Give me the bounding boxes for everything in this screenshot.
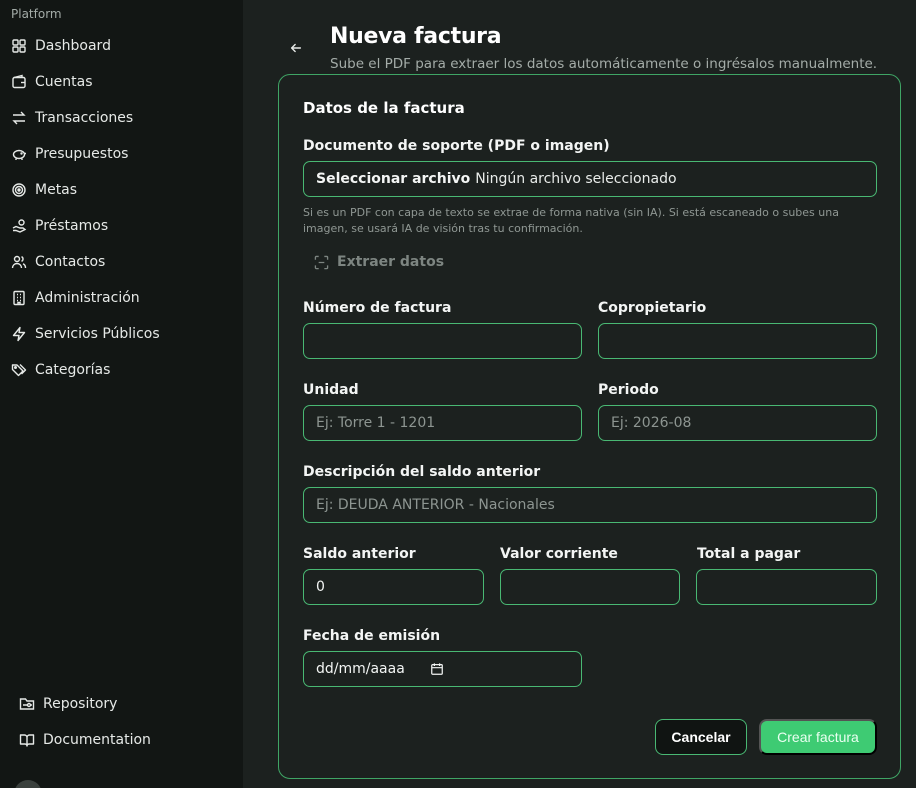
select-file-button[interactable]: Seleccionar archivo <box>316 171 470 187</box>
sidebar: Platform Dashboard Cuentas Transacciones… <box>0 0 243 788</box>
total-input[interactable] <box>696 569 877 605</box>
co-owner-input[interactable] <box>598 323 877 359</box>
unit-label: Unidad <box>303 382 359 398</box>
prev-balance-input[interactable] <box>303 569 484 605</box>
issue-date-input[interactable]: dd/mm/aaaa <box>303 651 582 687</box>
extract-data-button[interactable]: Extraer datos <box>313 251 444 273</box>
piggy-bank-icon <box>10 145 28 163</box>
current-value-input[interactable] <box>500 569 680 605</box>
sidebar-item-presupuestos[interactable]: Presupuestos <box>10 139 234 169</box>
sidebar-item-transacciones[interactable]: Transacciones <box>10 103 234 133</box>
sidebar-item-label: Administración <box>35 290 140 306</box>
grid-icon <box>10 37 28 55</box>
page-title: Nueva factura <box>330 24 502 49</box>
tags-icon <box>10 361 28 379</box>
scan-text-icon <box>313 254 329 270</box>
total-label: Total a pagar <box>697 546 801 562</box>
issue-date-label: Fecha de emisión <box>303 628 441 644</box>
sidebar-section-label: Platform <box>11 7 62 21</box>
sidebar-item-label: Documentation <box>43 732 151 748</box>
invoice-number-input[interactable] <box>303 323 582 359</box>
building-icon <box>10 289 28 307</box>
page-subtitle: Sube el PDF para extraer los datos autom… <box>330 56 878 72</box>
prev-balance-desc-input[interactable] <box>303 487 877 523</box>
arrows-swap-icon <box>10 109 28 127</box>
sidebar-item-servicios-publicos[interactable]: Servicios Públicos <box>10 319 234 349</box>
sidebar-item-label: Cuentas <box>35 74 93 90</box>
current-value-label: Valor corriente <box>500 546 618 562</box>
sidebar-item-label: Servicios Públicos <box>35 326 160 342</box>
file-status-text: Ningún archivo seleccionado <box>475 171 677 187</box>
sidebar-item-label: Categorías <box>35 362 111 378</box>
zap-icon <box>10 325 28 343</box>
hand-coins-icon <box>10 217 28 235</box>
sidebar-item-contactos[interactable]: Contactos <box>10 247 234 277</box>
book-open-icon <box>18 731 36 749</box>
arrow-left-icon <box>290 43 302 53</box>
sidebar-item-administracion[interactable]: Administración <box>10 283 234 313</box>
cancel-button[interactable]: Cancelar <box>655 719 747 755</box>
document-file-input[interactable]: Seleccionar archivo Ningún archivo selec… <box>303 161 877 197</box>
unit-input[interactable] <box>303 405 582 441</box>
sidebar-item-label: Dashboard <box>35 38 111 54</box>
co-owner-label: Copropietario <box>598 300 707 316</box>
extract-data-label: Extraer datos <box>337 254 445 270</box>
create-invoice-button[interactable]: Crear factura <box>759 719 877 755</box>
sidebar-item-repository[interactable]: Repository <box>18 689 228 719</box>
prev-balance-desc-label: Descripción del saldo anterior <box>303 464 541 480</box>
period-input[interactable] <box>598 405 877 441</box>
back-button[interactable] <box>286 38 306 58</box>
issue-date-value: dd/mm/aaaa <box>316 661 405 677</box>
sidebar-item-label: Préstamos <box>35 218 109 234</box>
sidebar-item-dashboard[interactable]: Dashboard <box>10 31 234 61</box>
document-help-text: Si es un PDF con capa de texto se extrae… <box>303 206 839 235</box>
folder-git-icon <box>18 695 36 713</box>
sidebar-item-label: Metas <box>35 182 78 198</box>
sidebar-item-metas[interactable]: Metas <box>10 175 234 205</box>
invoice-number-label: Número de factura <box>303 300 452 316</box>
period-label: Periodo <box>598 382 659 398</box>
target-icon <box>10 181 28 199</box>
sidebar-item-documentation[interactable]: Documentation <box>18 725 228 755</box>
sidebar-item-prestamos[interactable]: Préstamos <box>10 211 234 241</box>
card-title: Datos de la factura <box>303 99 465 117</box>
wallet-icon <box>10 73 28 91</box>
sidebar-item-label: Presupuestos <box>35 146 129 162</box>
sidebar-item-label: Transacciones <box>35 110 134 126</box>
users-icon <box>10 253 28 271</box>
document-label: Documento de soporte (PDF o imagen) <box>303 138 610 154</box>
invoice-form-card: Datos de la factura Documento de soporte… <box>278 74 901 779</box>
sidebar-item-cuentas[interactable]: Cuentas <box>10 67 234 97</box>
sidebar-item-label: Contactos <box>35 254 106 270</box>
avatar[interactable] <box>14 780 42 788</box>
calendar-icon[interactable] <box>430 662 444 676</box>
sidebar-item-categorias[interactable]: Categorías <box>10 355 234 385</box>
sidebar-item-label: Repository <box>43 696 118 712</box>
prev-balance-label: Saldo anterior <box>303 546 416 562</box>
